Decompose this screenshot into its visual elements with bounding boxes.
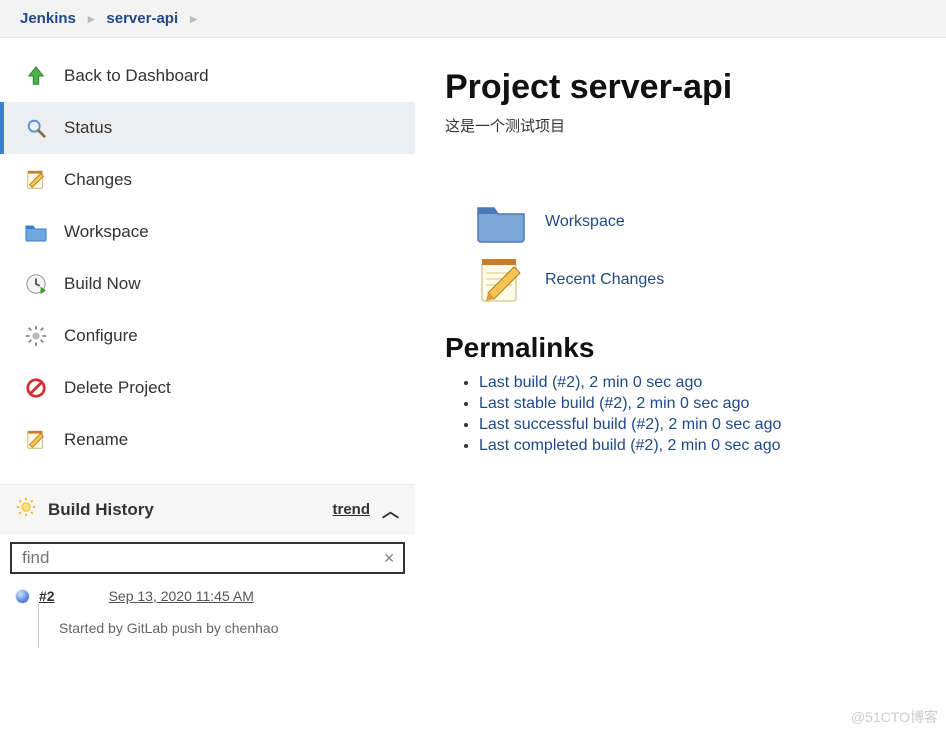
- sidebar-item-changes[interactable]: Changes: [0, 154, 415, 206]
- build-row[interactable]: #2 Sep 13, 2020 11:45 AM Started by GitL…: [0, 582, 415, 654]
- build-history-header: Build History trend ︿: [0, 484, 415, 534]
- build-trigger-text: Started by GitLab push by chenhao: [39, 610, 399, 636]
- trend-link[interactable]: trend: [333, 501, 371, 518]
- side-nav: Back to Dashboard Status Changes Workspa…: [0, 38, 415, 466]
- main-content: Project server-api 这是一个测试项目 Workspace Re…: [415, 38, 946, 654]
- sidebar-item-status[interactable]: Status: [0, 102, 415, 154]
- chevron-right-icon: ▸: [190, 11, 197, 27]
- search-icon: [22, 116, 50, 140]
- sidebar-item-rename[interactable]: Rename: [0, 414, 415, 466]
- workspace-link-row[interactable]: Workspace: [475, 196, 916, 248]
- build-time-link[interactable]: Sep 13, 2020 11:45 AM: [109, 588, 254, 604]
- sidebar-item-label: Back to Dashboard: [64, 66, 209, 86]
- watermark-text: @51CTO博客: [851, 707, 938, 727]
- recent-changes-link[interactable]: Recent Changes: [545, 271, 664, 289]
- page-title: Project server-api: [445, 68, 916, 107]
- find-input[interactable]: [20, 547, 383, 569]
- workspace-link[interactable]: Workspace: [545, 213, 625, 231]
- chevron-up-icon[interactable]: ︿: [382, 497, 399, 522]
- sidebar-item-build-now[interactable]: Build Now: [0, 258, 415, 310]
- sidebar-item-label: Workspace: [64, 222, 149, 242]
- permalink-last-build[interactable]: Last build (#2), 2 min 0 sec ago: [479, 374, 702, 391]
- folder-icon: [475, 196, 527, 248]
- sidebar-item-back-to-dashboard[interactable]: Back to Dashboard: [0, 50, 415, 102]
- permalink-last-completed-build[interactable]: Last completed build (#2), 2 min 0 sec a…: [479, 437, 781, 454]
- build-history-title: Build History: [48, 500, 154, 520]
- sidebar: Back to Dashboard Status Changes Workspa…: [0, 38, 415, 654]
- build-status-orb-icon: [16, 590, 29, 603]
- prohibit-icon: [22, 376, 50, 400]
- recent-changes-link-row[interactable]: Recent Changes: [475, 254, 916, 306]
- chevron-right-icon: ▸: [88, 11, 95, 27]
- permalinks-heading: Permalinks: [445, 332, 916, 364]
- folder-icon: [22, 220, 50, 244]
- permalinks-list: Last build (#2), 2 min 0 sec ago Last st…: [479, 374, 916, 455]
- clock-play-icon: [22, 272, 50, 296]
- sidebar-item-label: Configure: [64, 326, 138, 346]
- sidebar-item-label: Changes: [64, 170, 132, 190]
- gear-icon: [22, 324, 50, 348]
- build-history-find[interactable]: ✕: [10, 542, 405, 574]
- notepad-edit-icon: [22, 428, 50, 452]
- permalink-last-stable-build[interactable]: Last stable build (#2), 2 min 0 sec ago: [479, 395, 749, 412]
- sidebar-item-configure[interactable]: Configure: [0, 310, 415, 362]
- up-arrow-icon: [22, 64, 50, 88]
- sidebar-item-label: Rename: [64, 430, 128, 450]
- notepad-edit-icon: [475, 254, 527, 306]
- notepad-edit-icon: [22, 168, 50, 192]
- clear-icon[interactable]: ✕: [383, 550, 395, 567]
- breadcrumb-project[interactable]: server-api: [106, 10, 178, 27]
- permalink-last-successful-build[interactable]: Last successful build (#2), 2 min 0 sec …: [479, 416, 781, 433]
- sun-icon: [16, 497, 36, 522]
- sidebar-item-workspace[interactable]: Workspace: [0, 206, 415, 258]
- build-number-link[interactable]: #2: [39, 588, 55, 604]
- sidebar-item-delete-project[interactable]: Delete Project: [0, 362, 415, 414]
- sidebar-item-label: Status: [64, 118, 112, 138]
- sidebar-item-label: Build Now: [64, 274, 141, 294]
- breadcrumb-root[interactable]: Jenkins: [20, 10, 76, 27]
- breadcrumb-bar: Jenkins ▸ server-api ▸: [0, 0, 946, 38]
- page-description: 这是一个测试项目: [445, 115, 916, 136]
- sidebar-item-label: Delete Project: [64, 378, 171, 398]
